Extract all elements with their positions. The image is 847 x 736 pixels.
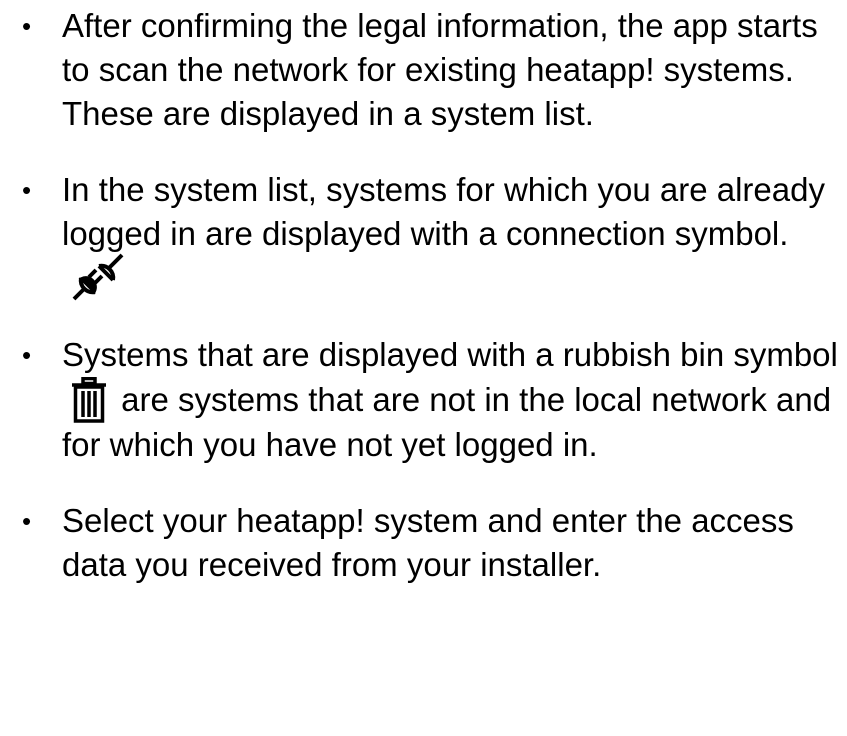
bullet-text-after: are systems that are not in the local ne…	[62, 381, 832, 464]
bullet: •	[22, 175, 32, 205]
list-item: • Select your heatapp! system and enter …	[22, 499, 842, 587]
bullet: •	[22, 506, 32, 537]
list-item: • In the system list, systems for which …	[22, 168, 842, 301]
bullet-text-before: Systems that are displayed with a rubbis…	[62, 336, 838, 374]
list-item: • Systems that are displayed with a rubb…	[22, 333, 842, 467]
list-item: • After confirming the legal information…	[22, 4, 842, 136]
trash-icon	[72, 377, 106, 424]
instruction-list: • After confirming the legal information…	[22, 4, 842, 587]
bullet-text: After confirming the legal information, …	[62, 7, 818, 132]
bullet-text: Select your heatapp! system and enter th…	[62, 502, 794, 584]
bullet: •	[22, 11, 32, 41]
bullet: •	[22, 340, 32, 371]
plug-icon	[72, 253, 124, 301]
bullet-text: In the system list, systems for which yo…	[62, 171, 825, 252]
